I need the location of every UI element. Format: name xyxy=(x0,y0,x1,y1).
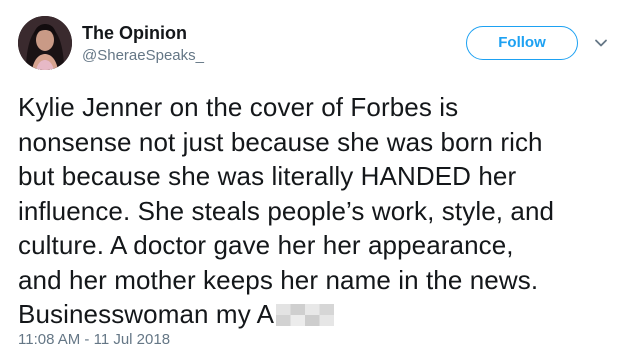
tweet-timestamp[interactable]: 11:08 AM - 11 Jul 2018 xyxy=(18,330,170,350)
follow-button[interactable]: Follow xyxy=(466,26,578,60)
censor-blur xyxy=(276,304,335,326)
tweet-text-content: Kylie Jenner on the cover of Forbes is n… xyxy=(18,92,555,329)
profile-photo xyxy=(18,16,72,70)
chevron-down-icon[interactable] xyxy=(592,34,610,52)
tweet-card: The Opinion @SheraeSpeaks_ Follow Kylie … xyxy=(0,0,634,358)
display-name[interactable]: The Opinion xyxy=(82,22,187,44)
tweet-text: Kylie Jenner on the cover of Forbes is n… xyxy=(18,90,618,332)
account-handle[interactable]: @SheraeSpeaks_ xyxy=(82,46,204,66)
avatar[interactable] xyxy=(18,16,72,70)
